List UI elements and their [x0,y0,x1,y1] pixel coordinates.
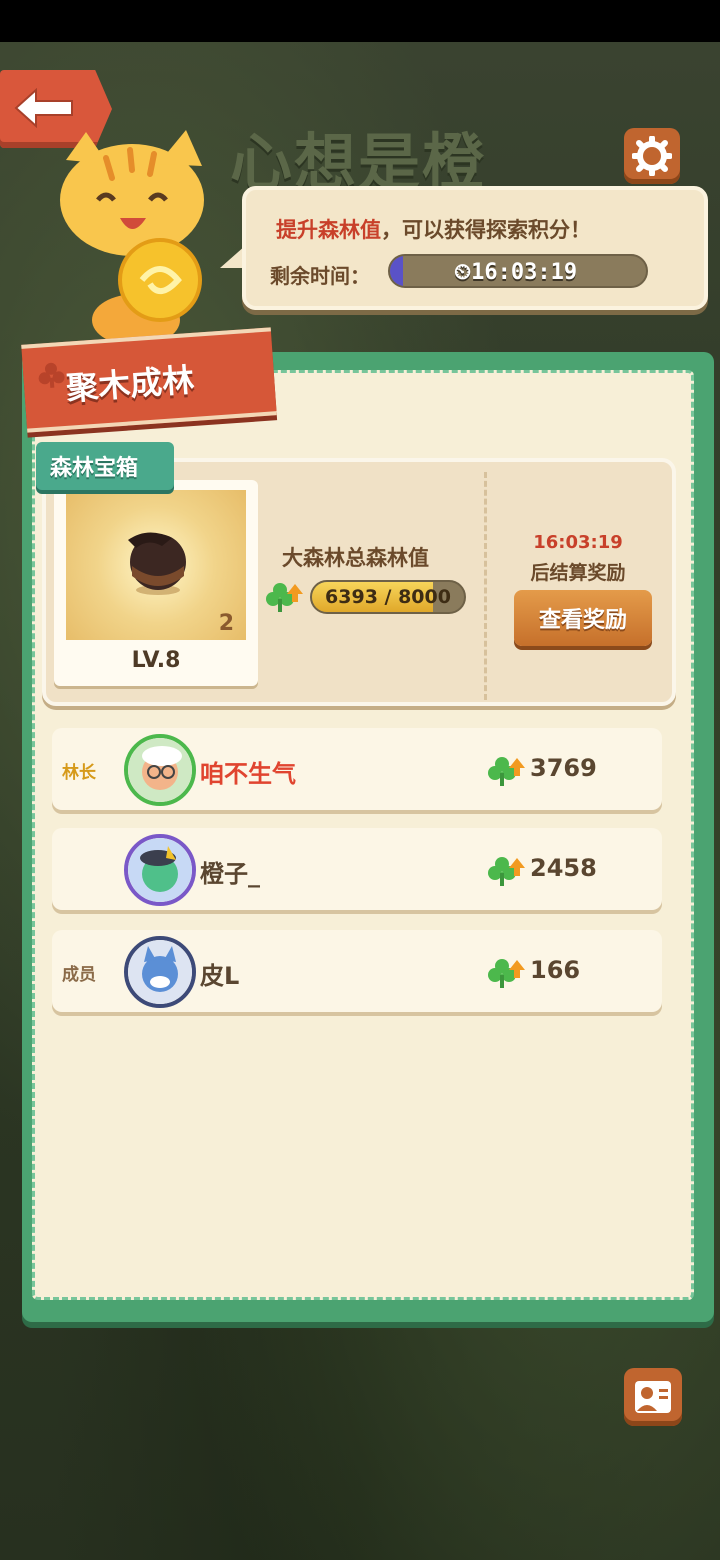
settlement-time: 16:03:19 [533,532,623,553]
remaining-time-fill [390,256,403,286]
member-name: 咱不生气 [200,760,296,788]
member-row[interactable]: 成员 皮L 166 [52,930,662,1012]
view-rewards-button[interactable]: 查看奖励 [514,590,652,646]
gear-icon [632,136,672,176]
forest-value-bar: 6393 / 8000 [310,580,466,614]
chest-level: LV.8 [131,648,181,673]
chest-count: 2 [218,611,234,636]
member-score: 166 [530,956,581,984]
chest-image: 2 [66,490,246,640]
member-role: 林长 [62,763,96,783]
panel-banner: 聚木成林 [21,327,277,433]
view-rewards-label: 查看奖励 [538,608,627,633]
avatar-icon [124,834,196,906]
person-card-icon [635,1381,671,1413]
member-row[interactable]: 林长 咱不生气 3769 [52,728,662,810]
member-name: 橙子_ [200,860,260,888]
settings-button[interactable] [624,128,680,184]
cat-mascot-icon [60,130,204,346]
clover-up-icon [488,757,525,786]
clover-up-icon [488,959,525,988]
member-row[interactable]: 橙子_ 2458 [52,828,662,910]
clover-up-icon [488,857,525,886]
speech-bubble: 提升森林值，可以获得探索积分！ 剩余时间： ⏲16:03:19 [242,186,708,310]
member-score: 2458 [530,854,597,882]
chest-tab-text: 森林宝箱 [50,456,139,481]
treasure-chest-icon [128,532,186,595]
avatar-icon [124,936,196,1008]
chest-card-divider [484,472,487,700]
forest-total-label: 大森林总森林值 [282,546,429,570]
panel-banner-title: 聚木成林 [65,360,196,408]
back-arrow-icon [14,88,73,128]
page-title: 心想是橙 [230,126,487,199]
remaining-time-label: 剩余时间： [270,264,370,288]
remaining-time-value: ⏲16:03:19 [454,260,578,285]
chest-frame[interactable]: 2 LV.8 [54,480,258,686]
club-icon [38,362,65,388]
clover-up-icon [266,583,303,612]
profile-button[interactable] [624,1368,682,1426]
member-role: 成员 [62,965,96,985]
settlement-label: 后结算奖励 [530,562,626,584]
chest-tab-label: 森林宝箱 [36,442,174,490]
remaining-time-bar: ⏲16:03:19 [388,254,648,288]
speech-highlight: 提升森林值 [276,218,381,242]
forest-value-text: 6393 / 8000 [325,586,451,608]
speech-message: ，可以获得探索积分！ [381,218,591,242]
avatar-icon [124,734,196,806]
member-name: 皮L [200,962,240,990]
status-bar [0,0,720,42]
member-score: 3769 [530,754,597,782]
